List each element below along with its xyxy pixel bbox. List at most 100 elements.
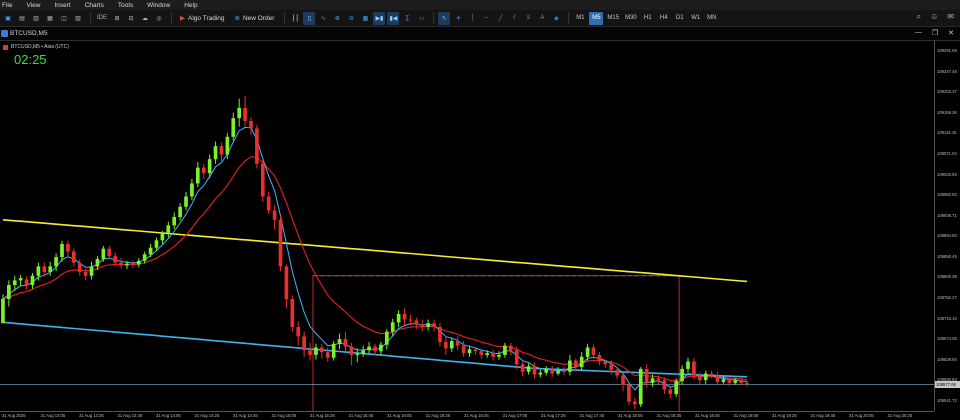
time-tick-label: 31 Aug 15:45 [348,413,374,418]
cursor-icon[interactable]: ↖ [438,11,451,25]
candle-body [485,353,490,355]
candle-body [160,233,165,241]
candle-body [95,258,100,267]
menu-tools[interactable]: Tools [118,2,133,9]
menu-file[interactable]: File [2,2,12,9]
candle-body [384,331,389,345]
market-watch-icon[interactable]: ◫ [58,12,70,25]
toolbar-right: ⌕ ☺ ✉ [908,12,954,22]
signals-icon[interactable]: ◎ [153,12,165,25]
candle-body [131,263,135,265]
strategy-tester-icon[interactable]: ⊞ [111,12,123,25]
candle-body [343,339,348,347]
zoom-in-icon[interactable]: ⊕ [331,12,343,25]
restore-icon[interactable]: ❐ [932,29,938,37]
main-toolbar: ▣ ▤ ▥ ▦ ◫ ▧ IDE ⊞ ⊟ ☁ ◎ ▶ Algo Trading ⊕ N… [0,10,960,27]
timeframe-m30[interactable]: M30 [623,12,639,25]
search-icon[interactable]: ⌕ [917,12,921,22]
navigator-icon[interactable]: ▦ [44,12,56,25]
line-chart-icon[interactable]: ∿ [317,12,329,25]
time-tick-label: 31 Aug 16:25 [425,413,451,418]
candlestick-icon[interactable]: ▯ [303,11,316,25]
timeframe-m15[interactable]: M15 [605,12,621,25]
close-icon[interactable]: ✕ [948,29,954,37]
bar-chart-icon[interactable]: ┃┃ [289,12,301,25]
zoom-out-icon[interactable]: ⊖ [345,12,357,25]
new-chart-icon[interactable]: ▣ [2,12,14,25]
timeframe-mn[interactable]: MN [705,12,719,25]
candle-body [668,389,673,395]
candle-body [54,257,58,267]
menu-bar: File View Insert Charts Tools Window Hel… [0,0,960,10]
fibonacci-icon[interactable]: ≡ [522,12,534,25]
candle-body [680,368,684,382]
price-axis[interactable]: 109291.59 109247.48 109203.37 109159.26 1091… [934,41,960,411]
autoscroll-icon[interactable]: ▶▮ [373,11,386,25]
time-tick-label: 31 Aug 14:05 [156,413,181,418]
candle-body [638,368,643,405]
text-tool-icon[interactable]: A [536,12,548,25]
profiles-icon[interactable]: ▤ [16,12,28,25]
candle-body [1,299,5,324]
candle-body [508,345,513,351]
minimize-icon[interactable]: — [915,29,922,37]
price-chart[interactable] [0,41,934,411]
candle-body [461,345,466,354]
indicators-icon[interactable]: ∑ [401,12,413,25]
candle-body [727,379,732,383]
crosshair-icon[interactable]: ✛ [452,12,464,25]
toolbar-divider [90,12,91,24]
chart-menu-icon[interactable]: ▥ [30,12,42,25]
time-axis[interactable]: 31 Aug 2025 31 Aug 13:05 31 Aug 13:25 31 Au… [0,411,934,420]
menu-help[interactable]: Help [184,2,197,9]
candle-body [633,401,637,405]
timeframe-h1[interactable]: H1 [641,12,655,25]
candle-body [325,352,330,358]
timeframe-h4[interactable]: H4 [657,12,671,25]
candle-body [627,384,631,402]
chart-window-title: BTCUSD,M5 [10,30,48,37]
new-order-button[interactable]: ⊕ New Order [231,12,279,25]
candle-body [219,146,224,155]
algo-trading-button[interactable]: ▶ Algo Trading [176,12,229,25]
grid-icon[interactable]: ▦ [359,12,371,25]
price-tick-label: 108894.60 [937,233,957,239]
terminal-icon[interactable]: ⊟ [125,12,137,25]
new-order-icon: ⊕ [234,15,240,22]
trendline-icon[interactable]: ╱ [494,12,506,25]
candle-body [514,350,519,365]
timeframe-m5[interactable]: M5 [589,11,604,25]
candle-body [597,354,602,362]
timeframe-m1[interactable]: M1 [573,12,587,25]
menu-view[interactable]: View [26,2,40,9]
candle-body [296,326,301,337]
candle-body [538,372,543,375]
symbol-color-swatch [3,44,8,50]
data-window-icon[interactable]: ▧ [72,12,84,25]
horizontal-line-icon[interactable]: ─ [480,12,492,25]
price-tick-label: 108982.82 [937,192,957,198]
candle-body [266,196,271,211]
price-tick-label: 109203.37 [937,89,957,95]
shapes-icon[interactable]: ◈ [550,12,562,25]
candle-body [703,373,708,381]
mql5-community-icon[interactable]: ✉ [947,12,954,22]
menu-window[interactable]: Window [147,2,170,9]
menu-insert[interactable]: Insert [54,2,70,9]
price-tick-label: 109159.26 [937,109,957,115]
timeframe-w1[interactable]: W1 [689,12,703,25]
time-tick-label: 31 Aug 16:05 [387,413,412,418]
time-tick-label: 31 Aug 19:05 [733,413,759,418]
timeframe-d1[interactable]: D1 [673,12,687,25]
account-icon[interactable]: ☺ [930,12,938,22]
vertical-line-icon[interactable]: │ [466,12,478,25]
vps-cloud-icon[interactable]: ☁ [139,12,151,25]
channel-icon[interactable]: ⫽ [508,12,520,25]
templates-icon[interactable]: ▭ [415,12,427,25]
ide-button[interactable]: IDE [95,12,109,25]
menu-charts[interactable]: Charts [85,2,104,9]
candle-body [644,368,649,383]
chart-shift-icon[interactable]: ▮◀ [387,11,400,25]
new-order-label: New Order [242,14,275,22]
price-tick-label: 108674.05 [937,336,957,342]
